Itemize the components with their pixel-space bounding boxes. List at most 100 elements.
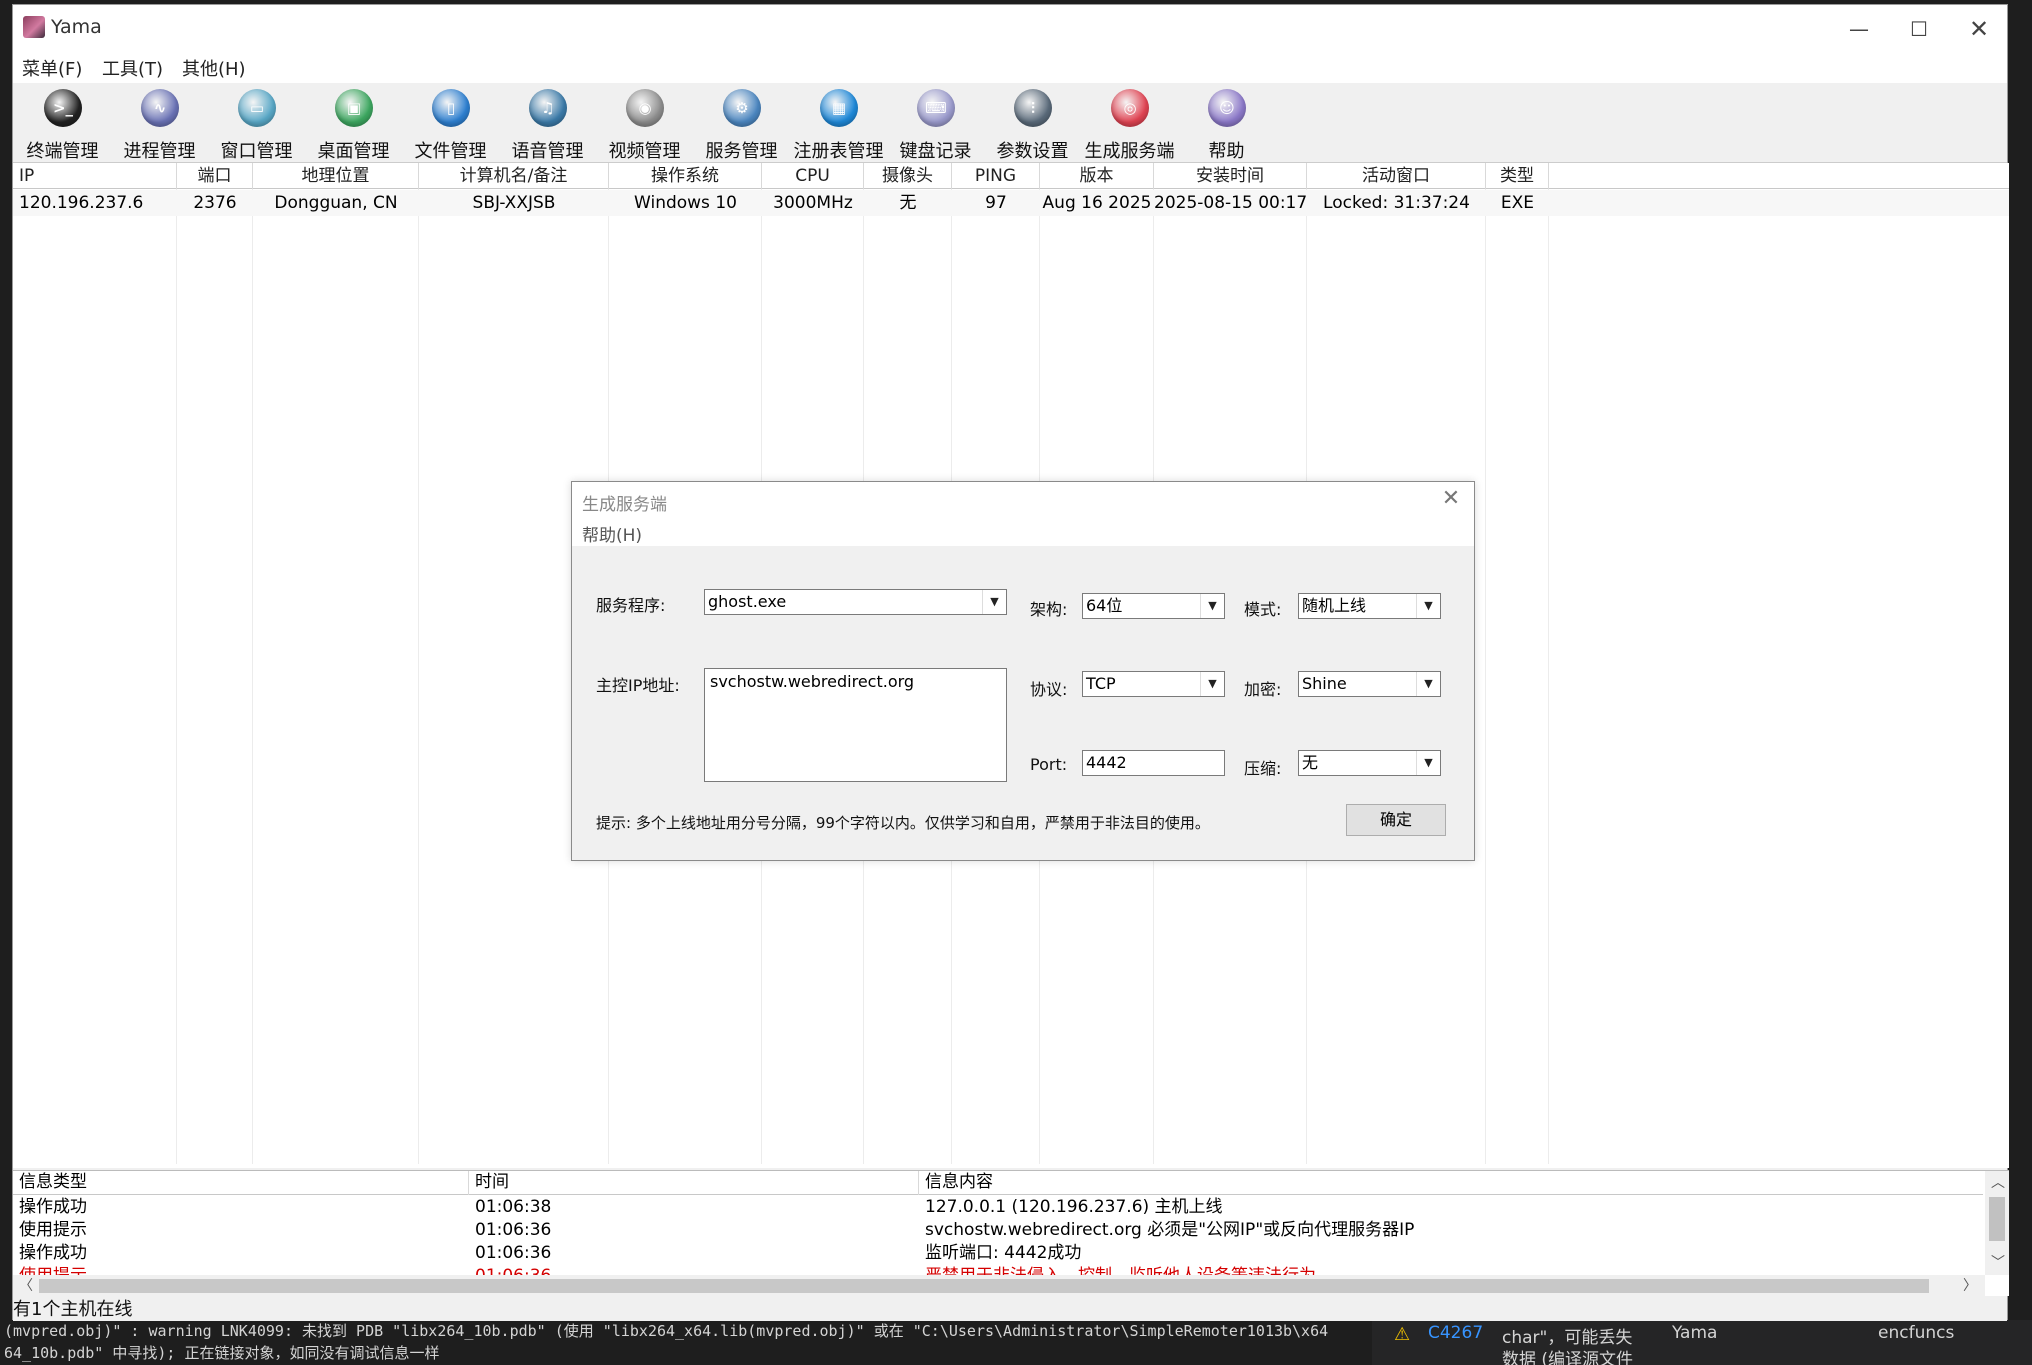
scroll-thumb[interactable] — [1989, 1197, 2005, 1241]
compression-select[interactable]: 无 ▼ — [1298, 750, 1441, 776]
log-row[interactable]: 使用提示 01:06:36 svchostw.webredirect.org 必须是… — [13, 1219, 1983, 1242]
column-header[interactable]: 类型 — [1486, 163, 1549, 189]
log-horizontal-scrollbar[interactable]: 〈 〉 — [13, 1275, 1985, 1297]
toolbar-button[interactable]: ◎ 生成服务端 — [1081, 85, 1178, 162]
error-text-2: 数据 (编译源文件 — [1502, 1350, 1634, 1365]
toolbar-button[interactable]: ▣ 桌面管理 — [305, 85, 402, 162]
column-header[interactable]: 摄像头 — [864, 163, 952, 189]
toolbar-button-label: 窗口管理 — [220, 141, 293, 162]
column-header[interactable]: CPU — [762, 163, 864, 189]
registry-icon: ▦ — [820, 89, 858, 127]
chevron-down-icon[interactable]: ▼ — [1416, 751, 1440, 775]
host-list-header: IP 端口 地理位置 计算机名/备注 操作系统 CPU 摄像头 PING 版本 安装时间 活动窗口类… — [13, 163, 2009, 189]
log-col-type[interactable]: 信息类型 — [19, 1171, 469, 1195]
process-icon: ∿ — [141, 89, 179, 127]
column-header[interactable]: IP — [13, 163, 177, 189]
toolbar-button[interactable]: ⌨ 键盘记录 — [887, 85, 984, 162]
table-row[interactable]: 120.196.237.6 2376 Dongguan, CN SBJ-XXJSB Wi… — [13, 190, 2009, 216]
dialog-close-button[interactable]: ✕ — [1436, 486, 1466, 512]
toolbar-button[interactable]: ◉ 视频管理 — [596, 85, 693, 162]
table-cell: 120.196.237.6 — [19, 193, 144, 213]
protocol-value: TCP — [1086, 674, 1116, 693]
toolbar-button[interactable]: ▦ 注册表管理 — [790, 85, 887, 162]
window-icon: ▭ — [238, 89, 276, 127]
encryption-value: Shine — [1302, 674, 1347, 693]
toolbar-button[interactable]: ∿ 进程管理 — [111, 85, 208, 162]
toolbar-button[interactable]: ⫶ 参数设置 — [984, 85, 1081, 162]
log-cell-content: svchostw.webredirect.org 必须是"公网IP"或反向代理服… — [925, 1220, 1415, 1240]
service-select[interactable]: ghost.exe ▼ — [704, 589, 1007, 615]
icon-glyph: ♫ — [541, 99, 555, 117]
toolbar-button[interactable]: ☺ 帮助 — [1178, 85, 1275, 162]
ok-button[interactable]: 确定 — [1346, 804, 1446, 836]
protocol-select[interactable]: TCP ▼ — [1082, 671, 1225, 697]
grid-line — [418, 189, 419, 1164]
column-header[interactable]: 计算机名/备注 — [419, 163, 609, 189]
maximize-button[interactable]: ☐ — [1889, 11, 1949, 47]
chevron-down-icon[interactable]: ▼ — [1416, 672, 1440, 696]
table-cell: Aug 16 2025 — [1042, 193, 1152, 213]
log-col-time[interactable]: 时间 — [469, 1171, 919, 1195]
menu-file[interactable]: 菜单(F) — [22, 55, 82, 81]
warning-icon: ⚠ — [1394, 1324, 1411, 1345]
column-header[interactable]: 安装时间 — [1154, 163, 1307, 189]
audio-icon: ♫ — [529, 89, 567, 127]
column-header[interactable]: 版本 — [1040, 163, 1154, 189]
table-cell: 2376 — [193, 193, 237, 213]
grid-line — [1485, 189, 1486, 1164]
scroll-thumb[interactable] — [39, 1279, 1929, 1293]
encryption-select[interactable]: Shine ▼ — [1298, 671, 1441, 697]
table-cell: 2025-08-15 00:17:18 — [1154, 193, 1307, 213]
dialog-menu-help[interactable]: 帮助(H) — [582, 521, 642, 546]
error-project: Yama — [1672, 1323, 1718, 1343]
ip-textarea[interactable]: svchostw.webredirect.org — [704, 668, 1007, 782]
toolbar-button[interactable]: ▭ 窗口管理 — [208, 85, 305, 162]
chevron-down-icon[interactable]: ▼ — [982, 590, 1006, 614]
chevron-down-icon[interactable]: ▼ — [1200, 594, 1224, 618]
grid-line — [176, 189, 177, 1164]
toolbar-button[interactable]: ♫ 语音管理 — [499, 85, 596, 162]
column-header[interactable]: 端口 — [177, 163, 253, 189]
log-row[interactable]: 使用提示 01:06:36 严禁用于非法侵入、控制、监听他人设备等违法行为 — [13, 1265, 1983, 1275]
scroll-down-icon[interactable]: ﹀ — [1991, 1253, 2005, 1273]
toolbar-button[interactable]: ⚙ 服务管理 — [693, 85, 790, 162]
icon-glyph: ▯ — [446, 99, 456, 117]
arch-select[interactable]: 64位 ▼ — [1082, 593, 1225, 619]
menu-other[interactable]: 其他(H) — [182, 55, 246, 81]
scroll-right-icon[interactable]: 〉 — [1963, 1276, 1977, 1296]
close-button[interactable]: ✕ — [1949, 11, 2009, 47]
title-bar: Yama — ☐ ✕ — [13, 5, 2007, 51]
log-cell-content: 严禁用于非法侵入、控制、监听他人设备等违法行为 — [925, 1265, 1975, 1275]
log-cell-time: 01:06:36 — [475, 1243, 552, 1263]
menu-tools[interactable]: 工具(T) — [102, 55, 163, 81]
log-row[interactable]: 操作成功 01:06:36 监听端口: 4442成功 — [13, 1242, 1983, 1265]
log-vertical-scrollbar[interactable]: ︿ ﹀ — [1985, 1171, 2009, 1275]
icon-glyph: ◎ — [1123, 99, 1137, 117]
toolbar-button-label: 生成服务端 — [1084, 141, 1175, 162]
icon-glyph: ∿ — [153, 99, 167, 117]
mode-select[interactable]: 随机上线 ▼ — [1298, 593, 1441, 619]
port-input[interactable]: 4442 — [1082, 750, 1225, 776]
toolbar-button[interactable]: ▯ 文件管理 — [402, 85, 499, 162]
scroll-up-icon[interactable]: ︿ — [1991, 1173, 2005, 1193]
compression-value: 无 — [1302, 753, 1319, 772]
dialog-title: 生成服务端 — [582, 495, 667, 515]
terminal-icon: >_ — [44, 89, 82, 127]
log-col-content[interactable]: 信息内容 — [919, 1171, 1979, 1195]
toolbar-button[interactable]: >_ 终端管理 — [14, 85, 111, 162]
chevron-down-icon[interactable]: ▼ — [1200, 672, 1224, 696]
minimize-button[interactable]: — — [1829, 11, 1889, 47]
error-code: C4267 — [1428, 1323, 1484, 1343]
toolbar-button-label: 终端管理 — [26, 141, 99, 162]
chevron-down-icon[interactable]: ▼ — [1416, 594, 1440, 618]
column-header[interactable]: 操作系统 — [609, 163, 762, 189]
toolbar-button-label: 服务管理 — [705, 141, 778, 162]
column-header[interactable]: 地理位置 — [253, 163, 419, 189]
log-row[interactable]: 操作成功 01:06:38 127.0.0.1 (120.196.237.6) 主机… — [13, 1196, 1983, 1219]
icon-glyph: ◉ — [638, 99, 652, 117]
column-header[interactable]: 活动窗口 — [1307, 163, 1486, 189]
log-rows: 操作成功 01:06:38 127.0.0.1 (120.196.237.6) 主机… — [13, 1196, 1983, 1275]
scroll-left-icon[interactable]: 〈 — [19, 1276, 33, 1296]
column-header[interactable]: PING — [952, 163, 1040, 189]
video-icon: ◉ — [626, 89, 664, 127]
